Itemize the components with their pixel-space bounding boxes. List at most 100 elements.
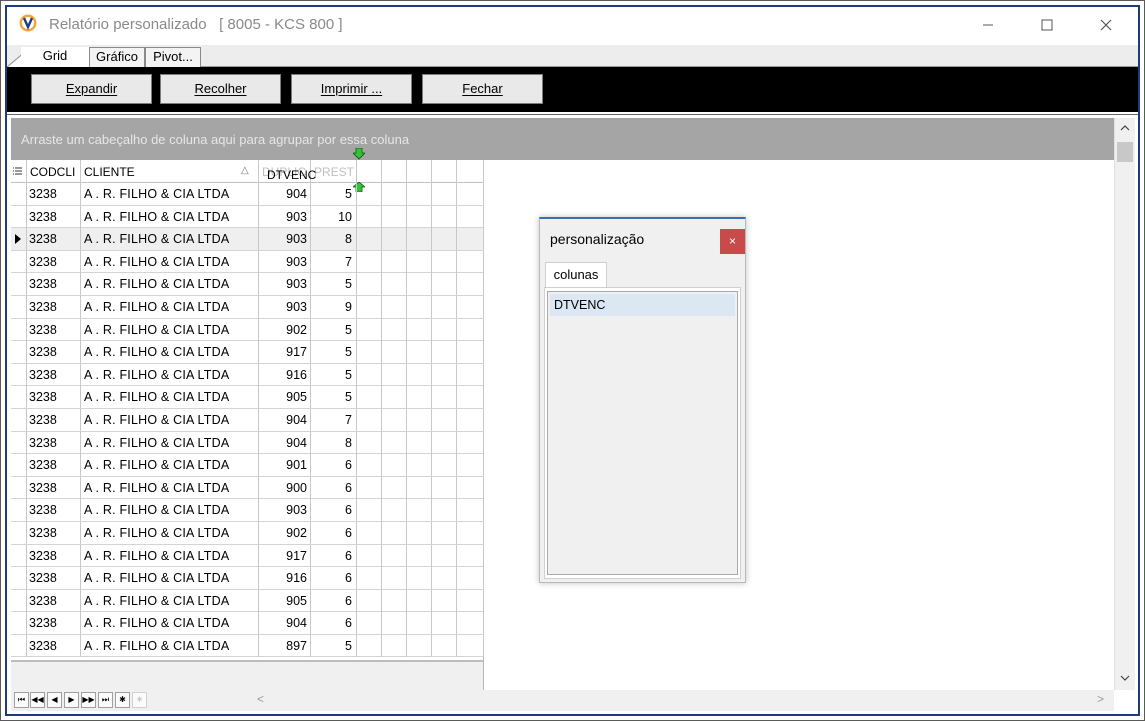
print-button[interactable]: Imprimir ...	[291, 74, 412, 104]
scroll-thumb[interactable]	[1117, 142, 1133, 162]
cell-codcli[interactable]: 3238	[27, 386, 81, 409]
cell-empty[interactable]	[357, 318, 382, 341]
table-row[interactable]: 3238 A . R. FILHO & CIA LTDA 904 7	[11, 408, 484, 432]
cell-empty[interactable]	[432, 612, 457, 635]
cell-empty[interactable]	[432, 318, 457, 341]
cell-codcli[interactable]: 3238	[27, 183, 81, 205]
cell-codcli[interactable]: 3238	[27, 476, 81, 499]
cell-codcli[interactable]: 3238	[27, 521, 81, 544]
last-page-icon[interactable]: ⏭	[98, 692, 113, 708]
cell-empty[interactable]	[432, 408, 457, 431]
cell-codcli[interactable]: 3238	[27, 228, 81, 251]
cell-empty[interactable]	[432, 544, 457, 567]
cell-empty[interactable]	[457, 544, 484, 567]
row-selector[interactable]	[11, 612, 27, 635]
cell-duplic[interactable]: 916	[259, 567, 311, 590]
cell-duplic[interactable]: 897	[259, 634, 311, 657]
row-selector[interactable]	[11, 499, 27, 522]
cell-empty[interactable]	[382, 228, 407, 251]
table-row[interactable]: 3238 A . R. FILHO & CIA LTDA 904 8	[11, 431, 484, 455]
cell-cliente[interactable]: A . R. FILHO & CIA LTDA	[81, 499, 259, 522]
cell-duplic[interactable]: 905	[259, 386, 311, 409]
cell-empty[interactable]	[432, 273, 457, 296]
cell-empty[interactable]	[382, 567, 407, 590]
column-chooser-icon[interactable]	[11, 160, 27, 183]
table-row[interactable]: 3238 A . R. FILHO & CIA LTDA 917 5	[11, 341, 484, 364]
cell-duplic[interactable]: 904	[259, 431, 311, 454]
cell-cliente[interactable]: A . R. FILHO & CIA LTDA	[81, 476, 259, 499]
cell-prest[interactable]: 8	[311, 431, 357, 454]
cell-empty[interactable]	[382, 341, 407, 364]
dragging-column-header[interactable]: DTVENC	[267, 168, 316, 182]
cell-empty[interactable]	[382, 408, 407, 431]
cell-prest[interactable]: 6	[311, 521, 357, 544]
table-row[interactable]: 3238 A . R. FILHO & CIA LTDA 902 5	[11, 318, 484, 342]
cell-empty[interactable]	[357, 386, 382, 409]
cell-empty[interactable]	[407, 318, 432, 341]
cell-cliente[interactable]: A . R. FILHO & CIA LTDA	[81, 363, 259, 386]
table-row[interactable]: 3238 A . R. FILHO & CIA LTDA 903 8	[11, 228, 484, 251]
cell-cliente[interactable]: A . R. FILHO & CIA LTDA	[81, 273, 259, 296]
cell-empty[interactable]	[457, 454, 484, 477]
cell-empty[interactable]	[457, 341, 484, 364]
cell-empty[interactable]	[432, 386, 457, 409]
cell-empty[interactable]	[407, 386, 432, 409]
scroll-left-icon[interactable]: <	[257, 692, 264, 706]
cell-empty[interactable]	[407, 476, 432, 499]
cancel-edit-icon[interactable]: ✳	[132, 692, 147, 708]
cell-empty[interactable]	[432, 363, 457, 386]
cell-prest[interactable]: 7	[311, 408, 357, 431]
cell-empty[interactable]	[382, 250, 407, 273]
cell-empty[interactable]	[457, 273, 484, 296]
cell-codcli[interactable]: 3238	[27, 612, 81, 635]
cell-codcli[interactable]: 3238	[27, 499, 81, 522]
cell-cliente[interactable]: A . R. FILHO & CIA LTDA	[81, 295, 259, 318]
cell-empty[interactable]	[382, 454, 407, 477]
cell-cliente[interactable]: A . R. FILHO & CIA LTDA	[81, 454, 259, 477]
cell-prest[interactable]: 5	[311, 183, 357, 205]
cell-empty[interactable]	[457, 183, 484, 205]
cell-prest[interactable]: 6	[311, 544, 357, 567]
cell-empty[interactable]	[357, 567, 382, 590]
hidden-columns-list[interactable]: DTVENC	[547, 291, 738, 575]
cell-codcli[interactable]: 3238	[27, 250, 81, 273]
table-row[interactable]: 3238 A . R. FILHO & CIA LTDA 916 5	[11, 363, 484, 387]
table-row[interactable]: 3238 A . R. FILHO & CIA LTDA 916 6	[11, 567, 484, 590]
row-selector[interactable]	[11, 341, 27, 364]
cell-prest[interactable]: 7	[311, 250, 357, 273]
cell-duplic[interactable]: 903	[259, 250, 311, 273]
cell-cliente[interactable]: A . R. FILHO & CIA LTDA	[81, 544, 259, 567]
row-selector[interactable]	[11, 205, 27, 228]
row-selector[interactable]	[11, 454, 27, 477]
row-selector[interactable]	[11, 567, 27, 590]
cell-prest[interactable]: 5	[311, 386, 357, 409]
cell-cliente[interactable]: A . R. FILHO & CIA LTDA	[81, 205, 259, 228]
row-selector[interactable]	[11, 228, 27, 251]
cell-codcli[interactable]: 3238	[27, 295, 81, 318]
row-selector[interactable]	[11, 250, 27, 273]
cell-empty[interactable]	[382, 589, 407, 612]
row-selector[interactable]	[11, 634, 27, 657]
cell-cliente[interactable]: A . R. FILHO & CIA LTDA	[81, 589, 259, 612]
row-selector[interactable]	[11, 386, 27, 409]
cell-empty[interactable]	[407, 205, 432, 228]
cell-empty[interactable]	[407, 183, 432, 205]
cell-duplic[interactable]: 917	[259, 341, 311, 364]
cell-cliente[interactable]: A . R. FILHO & CIA LTDA	[81, 634, 259, 657]
row-selector[interactable]	[11, 318, 27, 341]
table-row[interactable]: 3238 A . R. FILHO & CIA LTDA 904 5	[11, 183, 484, 206]
cell-empty[interactable]	[457, 408, 484, 431]
row-selector[interactable]	[11, 408, 27, 431]
row-selector[interactable]	[11, 544, 27, 567]
cell-empty[interactable]	[382, 318, 407, 341]
cell-duplic[interactable]: 902	[259, 318, 311, 341]
cell-codcli[interactable]: 3238	[27, 589, 81, 612]
cell-empty[interactable]	[382, 386, 407, 409]
cell-codcli[interactable]: 3238	[27, 454, 81, 477]
column-header-codcli[interactable]: CODCLI	[27, 160, 81, 183]
cell-empty[interactable]	[357, 205, 382, 228]
cell-duplic[interactable]: 905	[259, 589, 311, 612]
cell-empty[interactable]	[457, 589, 484, 612]
cell-duplic[interactable]: 904	[259, 612, 311, 635]
cell-cliente[interactable]: A . R. FILHO & CIA LTDA	[81, 386, 259, 409]
